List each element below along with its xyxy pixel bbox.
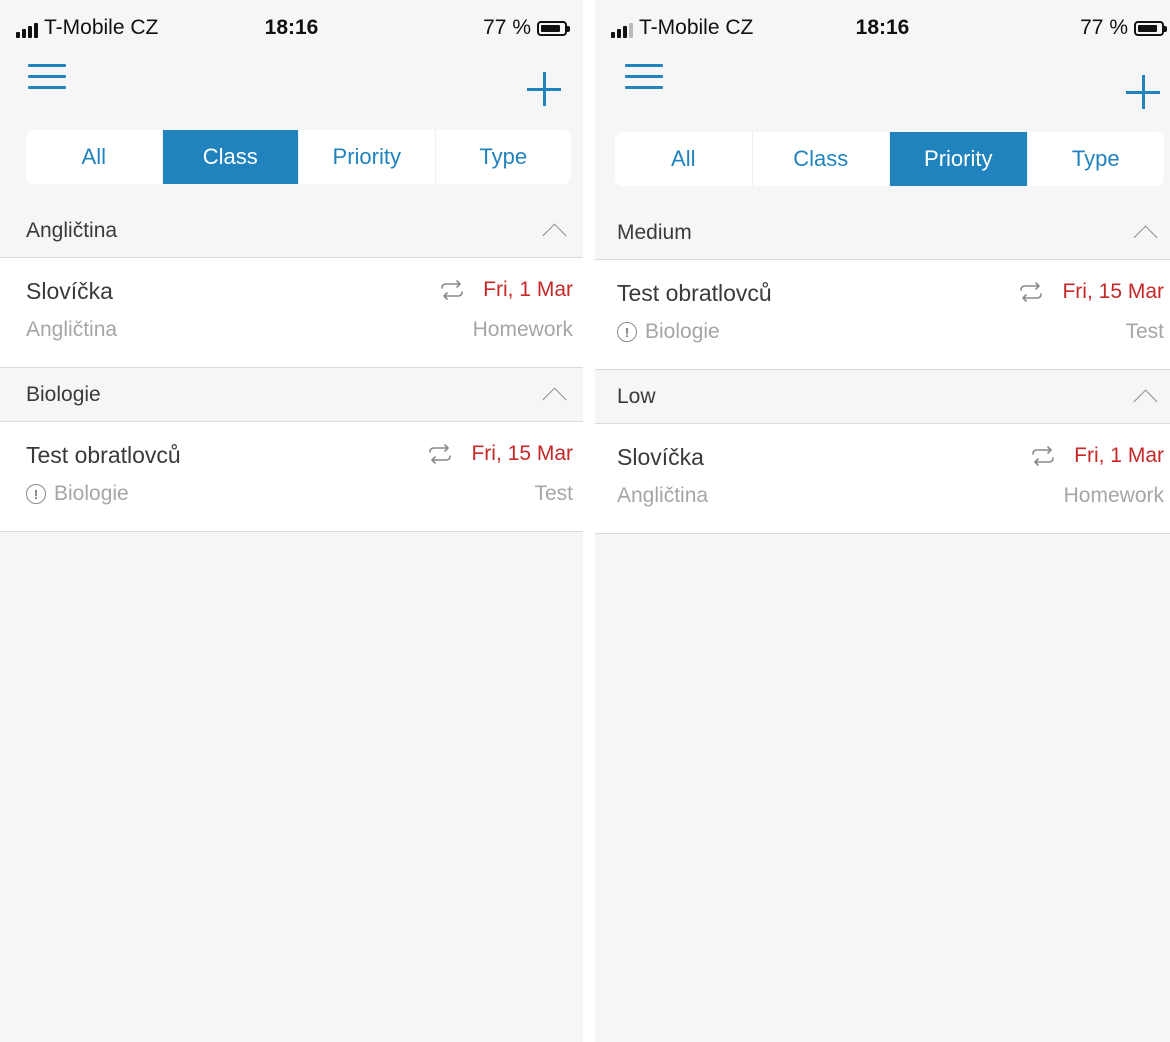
- section-title: Angličtina: [26, 218, 118, 242]
- tab-type[interactable]: Type: [436, 130, 572, 184]
- status-right: 77 %: [1080, 16, 1167, 39]
- tab-priority[interactable]: Priority: [890, 132, 1028, 186]
- section-title: Biologie: [26, 382, 101, 406]
- exclamation-circle-icon: !: [26, 484, 46, 504]
- hamburger-icon[interactable]: [28, 64, 66, 92]
- status-bar: T-Mobile CZ 18:16 77 %: [595, 0, 1170, 50]
- task-subject: ! Biologie: [26, 482, 129, 506]
- repeat-icon: [441, 280, 463, 300]
- task-row[interactable]: Test obratlovců Fri, 15 Mar ! Biologie T…: [595, 260, 1170, 370]
- section-title: Low: [617, 384, 656, 408]
- task-list: Medium Test obratlovců Fri, 15 Mar ! Bio…: [595, 206, 1170, 534]
- chevron-up-icon[interactable]: [1133, 225, 1158, 250]
- task-row[interactable]: Slovíčka Fri, 1 Mar Angličtina Homework: [0, 258, 583, 368]
- screen-by-priority: T-Mobile CZ 18:16 77 % All Class Priorit…: [595, 0, 1170, 1042]
- top-bar: T-Mobile CZ 18:16 77 %: [595, 0, 1170, 120]
- task-due-date: Fri, 15 Mar: [427, 442, 573, 466]
- nav-bar: [595, 50, 1170, 120]
- section-header[interactable]: Biologie: [0, 368, 583, 422]
- plus-icon[interactable]: [1126, 75, 1160, 109]
- group-by-segmented-control: All Class Priority Type: [26, 130, 571, 184]
- battery-icon: [537, 20, 570, 36]
- hamburger-icon[interactable]: [625, 64, 663, 92]
- battery-percent: 77 %: [483, 16, 531, 39]
- due-date-label: Fri, 1 Mar: [483, 278, 573, 301]
- status-right: 77 %: [483, 16, 570, 39]
- task-subject: ! Biologie: [617, 320, 720, 344]
- tab-all[interactable]: All: [26, 130, 163, 184]
- battery-icon: [1134, 20, 1167, 36]
- section-header[interactable]: Medium: [595, 206, 1170, 260]
- chevron-up-icon[interactable]: [1133, 389, 1158, 414]
- task-subject-label: Biologie: [645, 320, 720, 343]
- task-subject-label: Angličtina: [26, 318, 118, 341]
- task-subject-label: Angličtina: [617, 484, 709, 507]
- task-due-date: Fri, 15 Mar: [1018, 280, 1164, 304]
- nav-bar: [0, 50, 583, 120]
- task-subject-label: Biologie: [54, 482, 129, 505]
- task-due-date: Fri, 1 Mar: [1030, 444, 1164, 468]
- task-title: Slovíčka: [617, 444, 704, 470]
- task-due-date: Fri, 1 Mar: [439, 278, 573, 302]
- task-row[interactable]: Test obratlovců Fri, 15 Mar ! Biologie T…: [0, 422, 583, 532]
- chevron-up-icon[interactable]: [542, 387, 567, 412]
- task-type: Test: [534, 482, 573, 505]
- task-type: Homework: [472, 318, 573, 341]
- status-bar: T-Mobile CZ 18:16 77 %: [0, 0, 583, 50]
- repeat-icon: [429, 444, 452, 464]
- battery-percent: 77 %: [1080, 16, 1128, 39]
- top-bar: T-Mobile CZ 18:16 77 %: [0, 0, 583, 120]
- task-title: Slovíčka: [26, 278, 113, 304]
- task-subject: Angličtina: [26, 318, 117, 342]
- task-type: Test: [1125, 320, 1164, 343]
- task-title: Test obratlovců: [617, 280, 772, 306]
- section-title: Medium: [617, 220, 692, 244]
- repeat-icon: [1020, 282, 1043, 302]
- tab-type[interactable]: Type: [1028, 132, 1165, 186]
- due-date-label: Fri, 15 Mar: [1062, 280, 1164, 303]
- tab-class[interactable]: Class: [162, 130, 299, 184]
- task-list: Angličtina Slovíčka Fri, 1 Mar Angličtin…: [0, 204, 583, 532]
- exclamation-circle-icon: !: [617, 322, 637, 342]
- section-header[interactable]: Angličtina: [0, 204, 583, 258]
- task-type: Homework: [1063, 484, 1164, 507]
- tab-priority[interactable]: Priority: [299, 130, 436, 184]
- task-title: Test obratlovců: [26, 442, 181, 468]
- chevron-up-icon[interactable]: [542, 223, 567, 248]
- tab-all[interactable]: All: [615, 132, 753, 186]
- group-by-segmented-control: All Class Priority Type: [615, 132, 1164, 186]
- due-date-label: Fri, 1 Mar: [1074, 444, 1164, 467]
- section-header[interactable]: Low: [595, 370, 1170, 424]
- screen-by-class: T-Mobile CZ 18:16 77 % All Class Priorit…: [0, 0, 595, 1042]
- repeat-icon: [1032, 446, 1054, 466]
- task-subject: Angličtina: [617, 484, 708, 508]
- tab-class[interactable]: Class: [753, 132, 890, 186]
- plus-icon[interactable]: [527, 72, 561, 106]
- due-date-label: Fri, 15 Mar: [471, 442, 573, 465]
- task-row[interactable]: Slovíčka Fri, 1 Mar Angličtina Homework: [595, 424, 1170, 534]
